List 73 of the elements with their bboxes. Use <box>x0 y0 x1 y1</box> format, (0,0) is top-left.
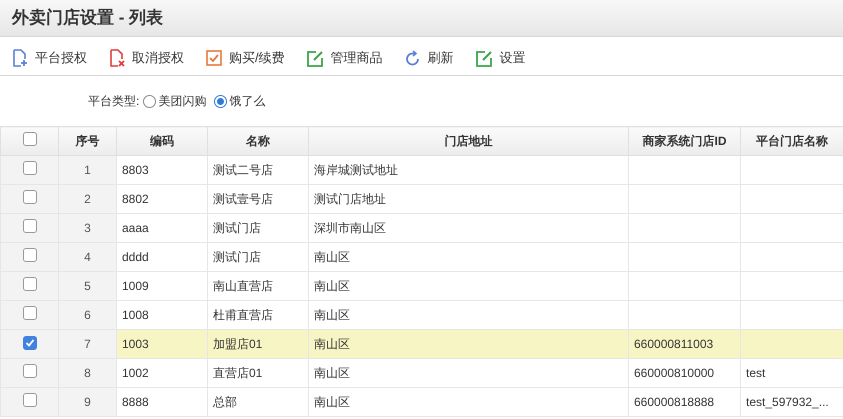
toolbar-button[interactable]: 管理商品 <box>306 48 383 68</box>
row-number: 5 <box>84 279 91 293</box>
toolbar-button[interactable]: 刷新 <box>404 48 454 68</box>
table-cell: 1008 <box>122 308 149 322</box>
window-title: 外卖门店设置 - 列表 <box>12 7 164 30</box>
checkbox[interactable] <box>22 190 36 204</box>
table-cell: 南山直营店 <box>213 279 273 293</box>
table-cell: 测试门店 <box>213 250 261 264</box>
table-cell: 8888 <box>122 395 149 409</box>
refresh-icon <box>404 50 421 66</box>
table-cell: 深圳市南山区 <box>314 221 386 235</box>
checkbox[interactable] <box>22 392 36 406</box>
table-cell: 660000818888 <box>634 395 714 409</box>
row-number: 2 <box>84 192 91 206</box>
table-cell: 南山区 <box>314 250 350 264</box>
toolbar-button[interactable]: 设置 <box>476 48 526 68</box>
row-number: 3 <box>84 221 91 235</box>
table-cell: 1009 <box>122 279 149 293</box>
toolbar-button[interactable]: 购买/续费 <box>206 48 285 68</box>
table-cell: test_597932_... <box>746 395 829 409</box>
table-cell: 直营店01 <box>213 366 262 380</box>
table-cell: 测试二号店 <box>213 163 273 177</box>
checkbox[interactable] <box>22 336 36 350</box>
radio-button[interactable] <box>143 94 156 108</box>
document-plus-icon <box>12 49 28 67</box>
table-cell: 南山区 <box>314 366 350 380</box>
table-cell: 1003 <box>122 337 149 351</box>
table-cell: 测试壹号店 <box>213 192 273 206</box>
table-cell: aaaa <box>122 221 149 235</box>
row-number: 7 <box>84 337 91 351</box>
radio-label[interactable]: 美团闪购 <box>158 92 206 110</box>
document-x-icon <box>109 49 125 67</box>
column-header[interactable]: 名称 <box>246 134 270 148</box>
table-cell: dddd <box>122 250 149 264</box>
column-header[interactable]: 编码 <box>150 134 174 148</box>
checkbox[interactable] <box>22 160 36 174</box>
checkbox[interactable] <box>22 364 36 378</box>
column-header[interactable]: 门店地址 <box>444 134 492 148</box>
radio-label[interactable]: 饿了么 <box>229 92 266 110</box>
table-cell: 南山区 <box>314 337 350 351</box>
table-cell: 660000811003 <box>634 337 714 351</box>
edit-icon <box>476 50 493 66</box>
checkbox[interactable] <box>22 218 36 232</box>
table-cell: 南山区 <box>314 279 350 293</box>
checkbox[interactable] <box>22 276 36 290</box>
row-number: 1 <box>84 163 91 177</box>
row-number: 6 <box>84 308 91 322</box>
table-cell: 海岸城测试地址 <box>314 163 398 177</box>
checkbox[interactable] <box>22 132 36 146</box>
row-number: 4 <box>84 250 91 264</box>
row-number: 8 <box>84 366 91 380</box>
table-cell: 南山区 <box>314 395 350 409</box>
table-cell: 测试门店地址 <box>314 192 386 206</box>
table-cell: 杜甫直营店 <box>213 308 273 322</box>
column-header[interactable]: 序号 <box>76 134 100 148</box>
edit-icon <box>306 50 324 66</box>
table-cell: 1002 <box>122 366 149 380</box>
toolbar-button[interactable]: 取消授权 <box>109 48 184 68</box>
filter-label: 平台类型: <box>88 93 140 110</box>
table-cell: test <box>746 366 766 380</box>
toolbar-button[interactable]: 平台授权 <box>12 48 87 68</box>
checkbox-icon <box>206 50 222 66</box>
table-cell: 总部 <box>213 395 237 409</box>
radio-button[interactable] <box>214 94 228 108</box>
checkbox[interactable] <box>22 306 36 320</box>
row-number: 9 <box>84 395 91 409</box>
table-cell: 8803 <box>122 163 149 177</box>
table-cell: 南山区 <box>314 308 350 322</box>
table-cell: 加盟店01 <box>213 337 262 351</box>
table-cell: 8802 <box>122 192 149 206</box>
checkbox[interactable] <box>22 248 36 262</box>
table-cell: 660000810000 <box>634 366 714 380</box>
table-cell: 测试门店 <box>213 221 261 235</box>
